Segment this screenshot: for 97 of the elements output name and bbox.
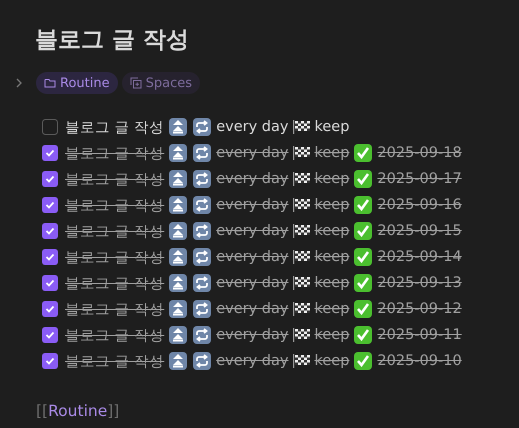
checkered-flag-icon: [292, 171, 310, 187]
task-checkbox[interactable]: [42, 145, 58, 161]
done-date: 2025-09-12: [377, 301, 462, 317]
checkered-flag-icon: [292, 353, 310, 369]
priority-icon: [168, 299, 188, 319]
done-date: 2025-09-17: [377, 171, 462, 187]
checkered-flag-icon: [292, 197, 310, 213]
recurrence-text: every day: [216, 353, 288, 369]
priority-icon: [168, 351, 188, 371]
task-tag-text: keep: [314, 119, 350, 135]
copy-plus-icon: [130, 77, 142, 89]
repeat-icon: [192, 299, 212, 319]
checkered-flag-icon: [292, 327, 310, 343]
repeat-icon: [192, 143, 212, 163]
task-text: 블로그 글 작성: [65, 118, 164, 136]
check-mark-icon: [353, 143, 374, 163]
done-date: 2025-09-10: [377, 353, 462, 369]
checkered-flag-icon: [292, 145, 310, 161]
task-text: 블로그 글 작성: [65, 144, 164, 162]
task-tag-text: keep: [314, 275, 350, 291]
task-text: 블로그 글 작성: [65, 248, 164, 266]
folder-icon: [44, 77, 56, 89]
link-brackets: [[: [36, 402, 48, 420]
check-mark-icon: [353, 247, 374, 267]
checkered-flag-icon: [292, 223, 310, 239]
done-date: 2025-09-13: [377, 275, 462, 291]
task-tag-text: keep: [314, 353, 350, 369]
recurrence-text: every day: [216, 301, 288, 317]
priority-icon: [168, 273, 188, 293]
priority-icon: [168, 169, 188, 189]
recurrence-text: every day: [216, 223, 288, 239]
task-tag-text: keep: [314, 171, 350, 187]
recurrence-text: every day: [216, 197, 288, 213]
priority-icon: [168, 195, 188, 215]
task-text: 블로그 글 작성: [65, 222, 164, 240]
tag-chip[interactable]: Routine: [36, 72, 118, 94]
task-tag-text: keep: [314, 301, 350, 317]
recurrence-text: every day: [216, 327, 288, 343]
checkered-flag-icon: [292, 301, 310, 317]
recurrence-text: every day: [216, 249, 288, 265]
repeat-icon: [192, 351, 212, 371]
recurrence-text: every day: [216, 119, 288, 135]
task-text: 블로그 글 작성: [65, 300, 164, 318]
done-date: 2025-09-18: [377, 145, 462, 161]
priority-icon: [168, 325, 188, 345]
task-tag-text: keep: [314, 145, 350, 161]
tag-chip[interactable]: Spaces: [122, 72, 200, 94]
check-mark-icon: [353, 351, 374, 371]
task-text: 블로그 글 작성: [65, 326, 164, 344]
checkered-flag-icon: [292, 249, 310, 265]
check-mark-icon: [353, 169, 374, 189]
task-text: 블로그 글 작성: [65, 352, 164, 370]
checkered-flag-icon: [292, 119, 310, 135]
task-checkbox[interactable]: [42, 171, 58, 187]
done-date: 2025-09-11: [377, 327, 462, 343]
chevron-right-icon[interactable]: [14, 77, 24, 89]
task-tag-text: keep: [314, 223, 350, 239]
check-mark-icon: [353, 299, 374, 319]
task-checkbox[interactable]: [42, 275, 58, 291]
page-title: 블로그 글 작성: [34, 26, 190, 55]
task-checkbox[interactable]: [42, 327, 58, 343]
check-mark-icon: [353, 273, 374, 293]
task-checkbox[interactable]: [42, 119, 58, 135]
priority-icon: [168, 247, 188, 267]
internal-link[interactable]: Routine: [48, 402, 108, 420]
check-mark-icon: [353, 221, 374, 241]
task-text: 블로그 글 작성: [65, 196, 164, 214]
repeat-icon: [192, 221, 212, 241]
done-date: 2025-09-16: [377, 197, 462, 213]
task-tag-text: keep: [314, 197, 350, 213]
task-tag-text: keep: [314, 249, 350, 265]
check-mark-icon: [353, 195, 374, 215]
task-text: 블로그 글 작성: [65, 274, 164, 292]
link-brackets: ]]: [107, 402, 120, 420]
checkered-flag-icon: [292, 275, 310, 291]
recurrence-text: every day: [216, 171, 288, 187]
task-checkbox[interactable]: [42, 223, 58, 239]
recurrence-text: every day: [216, 145, 288, 161]
done-date: 2025-09-14: [377, 249, 462, 265]
task-checkbox[interactable]: [42, 301, 58, 317]
priority-icon: [168, 143, 188, 163]
repeat-icon: [192, 273, 212, 293]
repeat-icon: [192, 117, 212, 137]
task-tag-text: keep: [314, 327, 350, 343]
priority-icon: [168, 117, 188, 137]
repeat-icon: [192, 169, 212, 189]
task-text: 블로그 글 작성: [65, 170, 164, 188]
recurrence-text: every day: [216, 275, 288, 291]
done-date: 2025-09-15: [377, 223, 462, 239]
priority-icon: [168, 221, 188, 241]
task-checkbox[interactable]: [42, 197, 58, 213]
repeat-icon: [192, 195, 212, 215]
task-checkbox[interactable]: [42, 249, 58, 265]
repeat-icon: [192, 247, 212, 267]
repeat-icon: [192, 325, 212, 345]
check-mark-icon: [353, 325, 374, 345]
task-checkbox[interactable]: [42, 353, 58, 369]
